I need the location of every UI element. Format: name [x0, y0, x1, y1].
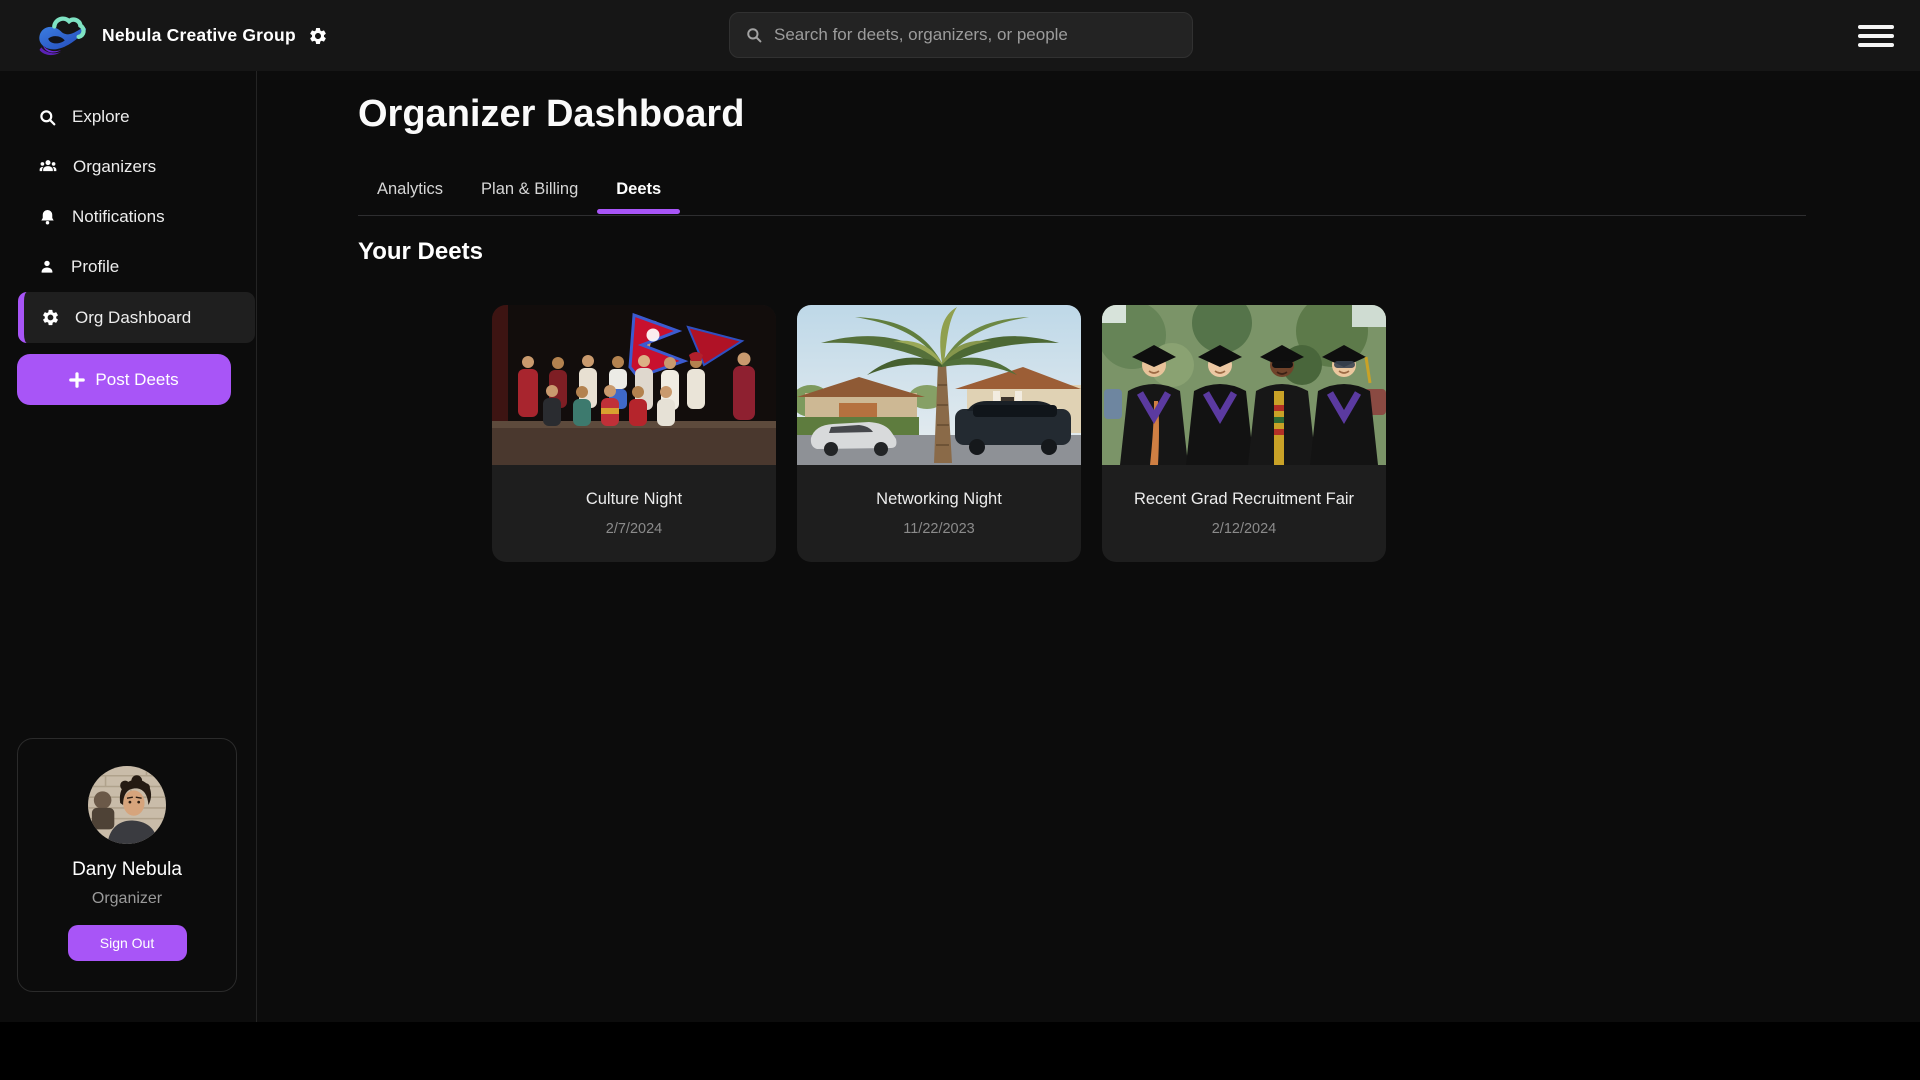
brand-name: Nebula Creative Group: [102, 25, 296, 46]
graduates-photo: [1102, 305, 1386, 465]
sidebar-item-label: Organizers: [73, 157, 156, 177]
deet-title: Networking Night: [797, 490, 1081, 509]
user-icon: [38, 258, 56, 276]
sidebar-item-label: Notifications: [72, 207, 165, 227]
deet-card-grad-fair[interactable]: Recent Grad Recruitment Fair 2/12/2024: [1102, 305, 1386, 562]
deet-card-networking-night[interactable]: Networking Night 11/22/2023: [797, 305, 1081, 562]
sidebar-item-notifications[interactable]: Notifications: [0, 192, 256, 242]
deet-card-culture-night[interactable]: Culture Night 2/7/2024: [492, 305, 776, 562]
deet-date: 2/7/2024: [492, 521, 776, 537]
plus-icon: [69, 372, 85, 388]
networking-night-photo: [797, 305, 1081, 465]
sidebar-item-org-dashboard[interactable]: Org Dashboard: [18, 292, 255, 343]
tab-deets[interactable]: Deets: [597, 168, 680, 210]
sidebar-nav: Explore Organizers Notifications: [0, 71, 256, 405]
user-name: Dany Nebula: [18, 859, 236, 881]
brand[interactable]: Nebula Creative Group: [36, 0, 328, 71]
culture-night-photo: [492, 305, 776, 465]
post-deets-button[interactable]: Post Deets: [17, 354, 231, 405]
tab-divider: [358, 215, 1806, 216]
deet-title: Culture Night: [492, 490, 776, 509]
avatar-photo: [88, 766, 166, 844]
sidebar-item-label: Explore: [72, 107, 130, 127]
nebula-cloud-logo-icon: [36, 13, 90, 59]
deet-date: 11/22/2023: [797, 521, 1081, 537]
sidebar-item-explore[interactable]: Explore: [0, 92, 256, 142]
sidebar-item-organizers[interactable]: Organizers: [0, 142, 256, 192]
main-content: Organizer Dashboard Analytics Plan & Bil…: [257, 71, 1920, 1022]
sidebar-item-label: Org Dashboard: [75, 308, 191, 328]
deets-card-grid: Culture Night 2/7/2024: [492, 305, 1386, 562]
gear-icon: [41, 308, 60, 327]
tab-bar: Analytics Plan & Billing Deets: [358, 168, 680, 210]
deet-title: Recent Grad Recruitment Fair: [1102, 490, 1386, 509]
topbar: Nebula Creative Group: [0, 0, 1920, 71]
post-deets-label: Post Deets: [95, 370, 178, 390]
user-card: Dany Nebula Organizer Sign Out: [17, 738, 237, 992]
section-title: Your Deets: [358, 238, 483, 266]
tab-plan-billing[interactable]: Plan & Billing: [462, 168, 597, 210]
bell-icon: [38, 208, 57, 227]
search-icon: [38, 108, 57, 127]
tab-analytics[interactable]: Analytics: [358, 168, 462, 210]
search-icon: [745, 26, 763, 44]
sign-out-button[interactable]: Sign Out: [68, 925, 187, 961]
user-role: Organizer: [18, 890, 236, 908]
search-input[interactable]: [774, 25, 1177, 45]
sidebar: Explore Organizers Notifications: [0, 71, 257, 1022]
hamburger-menu-icon[interactable]: [1858, 25, 1894, 47]
sidebar-item-profile[interactable]: Profile: [0, 242, 256, 292]
deet-date: 2/12/2024: [1102, 521, 1386, 537]
page-title: Organizer Dashboard: [358, 93, 744, 136]
brand-settings-gear-icon[interactable]: [308, 26, 328, 46]
avatar: [88, 766, 166, 844]
users-icon: [38, 157, 58, 177]
sidebar-item-label: Profile: [71, 257, 119, 277]
global-search: [729, 12, 1193, 58]
